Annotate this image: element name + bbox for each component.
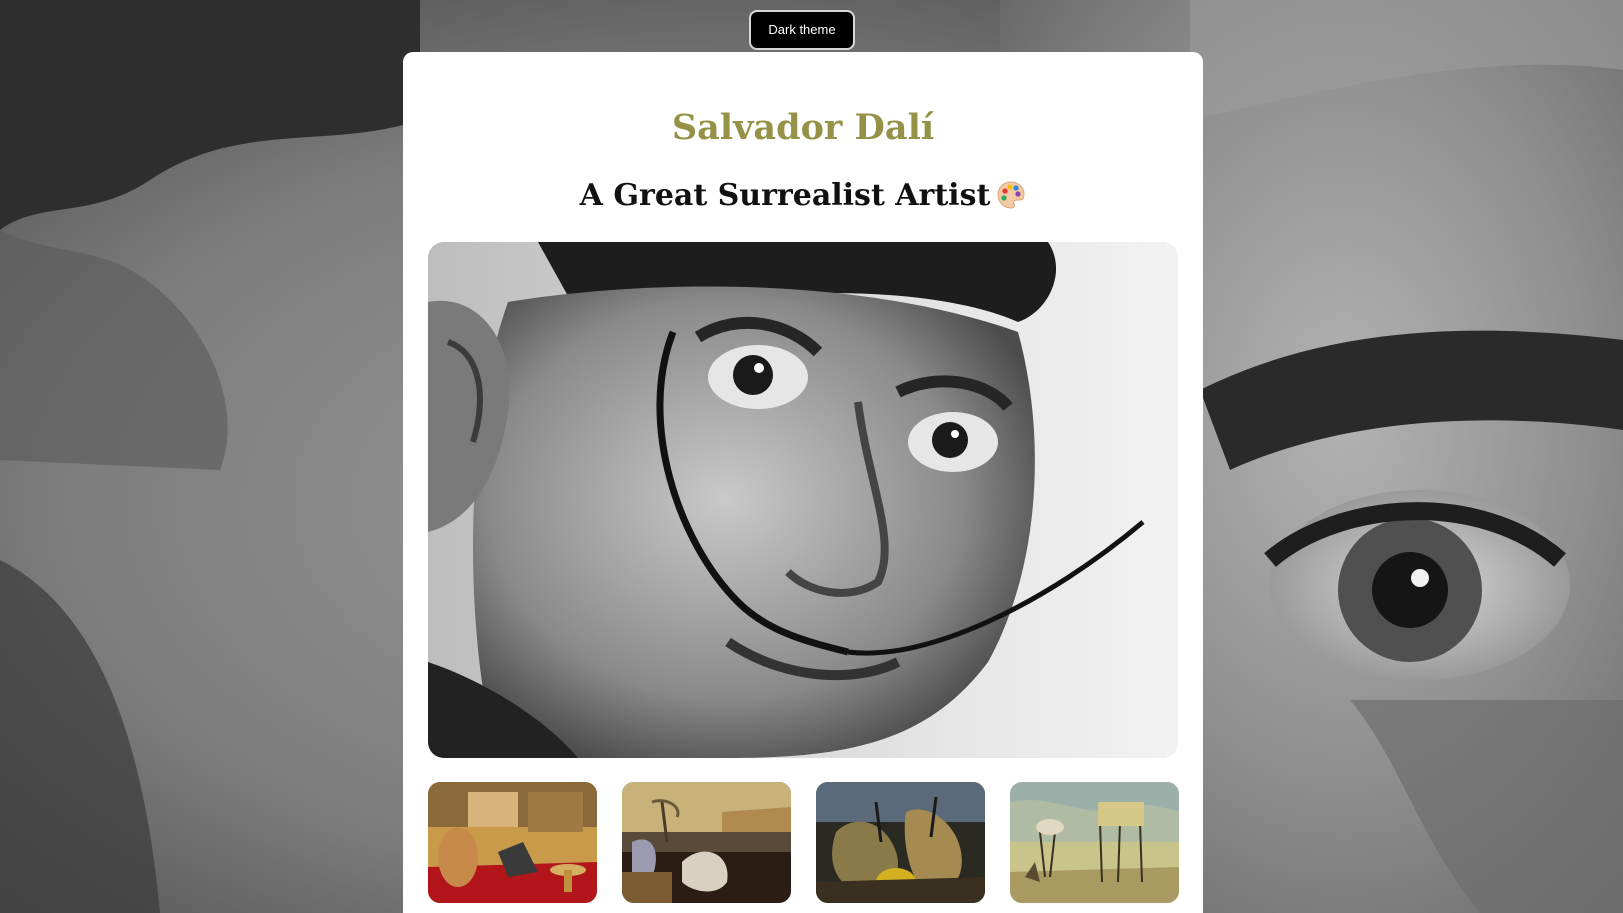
thumbnail-painting-1[interactable]: [428, 782, 597, 903]
painting-gallery: [428, 782, 1179, 912]
dark-theme-toggle-button[interactable]: Dark theme: [749, 10, 855, 50]
thumbnail-painting-4[interactable]: [1010, 782, 1179, 903]
page-subtitle: A Great Surrealist Artist: [403, 176, 1203, 216]
artist-palette-icon: [996, 180, 1026, 210]
artist-portrait-image: [428, 242, 1178, 758]
profile-card: Salvador Dalí A Great Surrealist Artist: [403, 52, 1203, 913]
page-title: Salvador Dalí: [671, 107, 935, 148]
thumbnail-painting-2[interactable]: [622, 782, 791, 903]
subtitle-text: A Great Surrealist Artist: [579, 178, 991, 213]
thumbnail-painting-3[interactable]: [816, 782, 985, 903]
